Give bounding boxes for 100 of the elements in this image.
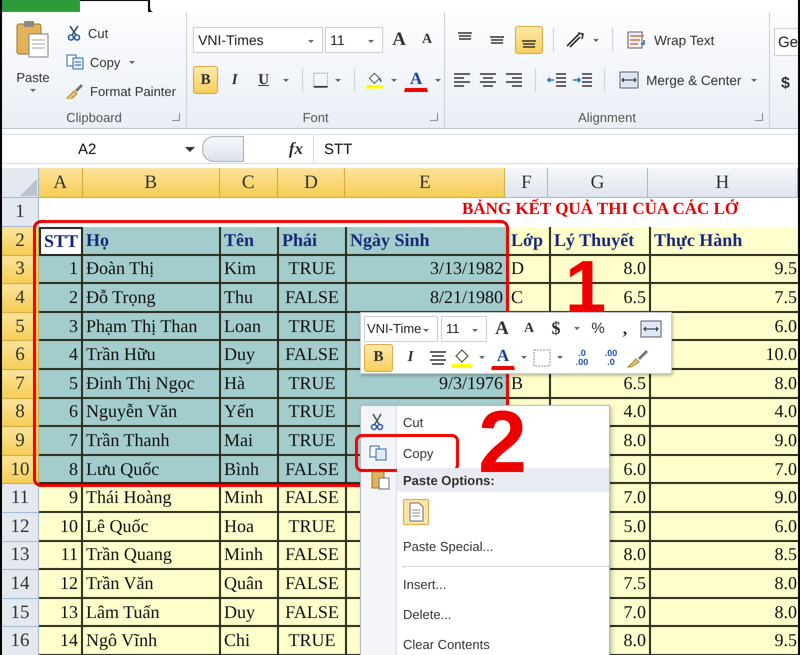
row-header[interactable]: 16 [2, 627, 39, 655]
indent-icon[interactable] [546, 72, 568, 88]
font-style-button[interactable]: B [193, 66, 218, 94]
column-header[interactable]: H [648, 168, 798, 198]
row-header[interactable]: 13 [2, 542, 39, 570]
cut-button[interactable]: Cut [66, 21, 176, 45]
table-header-cell: Họ [83, 227, 221, 256]
merge-center-button[interactable]: Merge & Center [619, 68, 760, 92]
column-header[interactable]: E [345, 168, 506, 198]
formula-input[interactable]: STT [314, 140, 798, 158]
caret-icon [479, 356, 485, 359]
row-header[interactable]: 12 [2, 512, 39, 542]
font-name-field[interactable]: VNI-Times [193, 27, 324, 53]
table-cell: Lâm Tuấn [83, 598, 221, 628]
table-cell: Trần Thanh [83, 427, 221, 456]
row-header[interactable]: 2 [2, 227, 39, 256]
name-box[interactable]: A2 [2, 135, 198, 163]
row-header[interactable]: 4 [2, 284, 39, 313]
font-color-button[interactable]: A [404, 68, 428, 92]
table-cell: Bình [221, 456, 279, 484]
menu-item[interactable]: Copy [403, 446, 434, 460]
fill-color-icon[interactable] [365, 70, 384, 90]
column-header[interactable]: C [220, 168, 278, 198]
document-icon [408, 502, 424, 522]
table-cell: TRUE [279, 398, 347, 428]
caret-icon [472, 328, 478, 332]
column-header[interactable]: D [278, 168, 346, 198]
table-cell: Duy [221, 341, 279, 370]
align-center-icon[interactable] [428, 350, 448, 366]
caret-icon [593, 38, 600, 42]
merge-icon[interactable] [640, 320, 662, 338]
group-label: Clipboard [66, 110, 122, 124]
decimal-button[interactable]: .0 .00 [569, 348, 595, 366]
dialog-launcher-icon[interactable] [430, 113, 438, 121]
format-painter-button[interactable]: Format Painter [66, 79, 176, 103]
fill-color-icon[interactable] [451, 348, 473, 368]
paste-button[interactable]: Paste [10, 20, 56, 106]
paste-option-button[interactable] [403, 498, 429, 524]
comma-button[interactable]: , [613, 314, 637, 342]
copy-icon [369, 445, 387, 461]
table-cell: Ngô Vĩnh [83, 627, 221, 655]
menu-item[interactable]: Clear Contents [403, 636, 490, 652]
dialog-launcher-icon[interactable] [754, 113, 763, 121]
column-header[interactable]: B [82, 168, 220, 198]
table-cell: Duy [221, 598, 279, 628]
number-format-field[interactable]: Ge [774, 28, 798, 56]
caret-icon [751, 78, 758, 82]
grow-font-button[interactable]: A [387, 26, 412, 54]
currency-button[interactable]: $ [544, 314, 568, 342]
table-cell: Đỗ Trọng [83, 284, 221, 313]
shrink-font-button[interactable]: A [517, 314, 541, 342]
row-header[interactable]: 1 [2, 198, 39, 227]
caret-icon [521, 356, 527, 359]
table-cell: 6.0 [651, 512, 798, 542]
menu-item[interactable]: Cut [403, 414, 424, 430]
table-cell: 9.5 [651, 627, 798, 655]
grow-font-button[interactable]: A [490, 314, 514, 342]
row-header[interactable]: 9 [2, 427, 39, 456]
row-header[interactable]: 11 [2, 484, 39, 513]
group-label: Font [302, 110, 329, 124]
vertical-align-button[interactable] [515, 26, 544, 54]
row-header[interactable]: 6 [2, 341, 39, 370]
decimal-button[interactable]: .00 .0 [598, 348, 624, 366]
wrap-text-button[interactable]: Wrap Text [627, 28, 714, 52]
table-cell: Trần Hữu [83, 341, 221, 370]
clipboard-icon [16, 20, 50, 58]
font-style-button[interactable]: I [222, 66, 248, 94]
font-name-field[interactable]: VNI-Time [364, 316, 438, 342]
column-header[interactable]: G [548, 168, 648, 198]
splitter-handle[interactable] [202, 136, 244, 162]
row-header[interactable]: 15 [2, 598, 39, 628]
menu-item[interactable]: Delete... [403, 606, 452, 622]
font-style-button[interactable]: U [251, 66, 276, 94]
font-color-button[interactable]: A [491, 346, 515, 370]
orientation-icon[interactable] [564, 31, 586, 49]
copy-button[interactable]: Copy [66, 50, 176, 74]
menu-item[interactable]: Insert... [403, 576, 446, 592]
indent-icon[interactable] [572, 72, 594, 88]
caret-icon [557, 356, 563, 359]
column-header[interactable]: A [38, 168, 83, 198]
table-cell: Nguyễn Văn [83, 398, 221, 428]
dialog-launcher-icon[interactable] [172, 113, 180, 121]
font-size-field[interactable]: 11 [441, 316, 487, 342]
table-cell: 10 [39, 512, 83, 542]
table-header-cell: Phái [279, 227, 347, 256]
caret-icon [435, 78, 442, 82]
menu-item[interactable]: Paste Special... [403, 538, 494, 554]
borders-icon[interactable] [313, 71, 328, 89]
table-cell: Kim [221, 256, 279, 284]
row-header[interactable]: 14 [2, 570, 39, 599]
shrink-font-button[interactable]: A [415, 26, 440, 54]
table-header-cell: Thực Hành [651, 227, 798, 256]
italic-button[interactable]: I [396, 344, 425, 372]
bold-button[interactable]: B [364, 344, 393, 372]
insert-function-button[interactable]: fx [244, 135, 314, 163]
currency-button[interactable]: $ [774, 70, 798, 98]
table-cell: Lê Quốc [83, 512, 221, 542]
brush-icon[interactable] [627, 348, 649, 368]
font-size-field[interactable]: 11 [325, 27, 384, 53]
column-header[interactable]: F [505, 168, 548, 198]
